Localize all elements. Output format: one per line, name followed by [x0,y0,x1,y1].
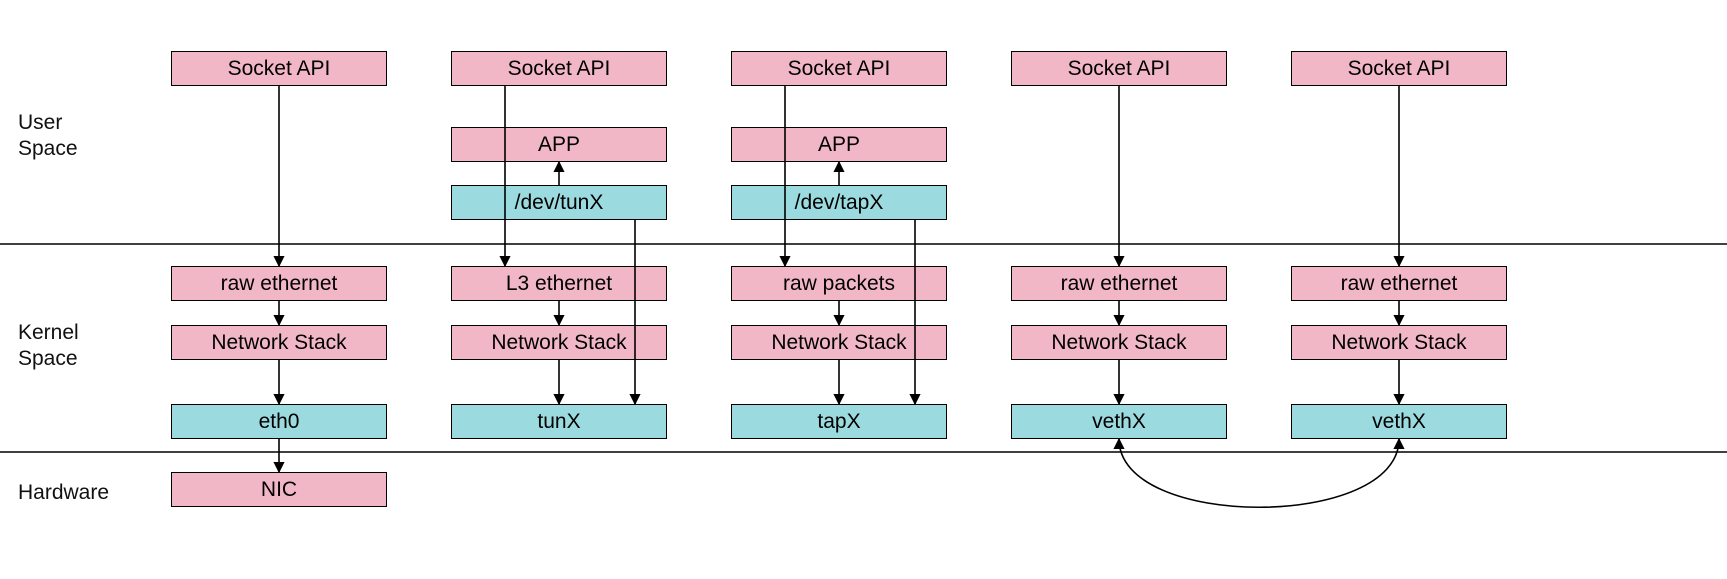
text: Network Stack [1051,331,1186,355]
label-user-space: User Space [18,110,78,163]
veth-right-raw-ethernet: raw ethernet [1291,266,1507,301]
veth-right-network-stack: Network Stack [1291,325,1507,360]
text: eth0 [259,410,300,434]
eth-network-stack: Network Stack [171,325,387,360]
tun-dev-file: /dev/tunX [451,185,667,220]
label-hardware: Hardware [18,480,109,506]
eth-device: eth0 [171,404,387,439]
eth-socket-api: Socket API [171,51,387,86]
tun-network-stack: Network Stack [451,325,667,360]
text: NIC [261,478,297,502]
text: APP [818,133,860,157]
text: Network Stack [771,331,906,355]
tap-network-stack: Network Stack [731,325,947,360]
text: Socket API [228,57,331,81]
text: raw packets [783,272,895,296]
veth-right-socket-api: Socket API [1291,51,1507,86]
text: Socket API [508,57,611,81]
text: raw ethernet [1341,272,1458,296]
tun-app: APP [451,127,667,162]
text: raw ethernet [1061,272,1178,296]
tap-app: APP [731,127,947,162]
veth-right-device: vethX [1291,404,1507,439]
text: tapX [817,410,860,434]
tap-device: tapX [731,404,947,439]
text: Network Stack [1331,331,1466,355]
text: Socket API [1068,57,1171,81]
text: tunX [537,410,580,434]
tap-socket-api: Socket API [731,51,947,86]
text: vethX [1372,410,1426,434]
eth-nic: NIC [171,472,387,507]
veth-left-network-stack: Network Stack [1011,325,1227,360]
tun-l3-ethernet: L3 ethernet [451,266,667,301]
veth-left-socket-api: Socket API [1011,51,1227,86]
eth-raw-ethernet: raw ethernet [171,266,387,301]
text: /dev/tapX [795,191,884,215]
tap-raw-packets: raw packets [731,266,947,301]
tun-socket-api: Socket API [451,51,667,86]
text: Socket API [788,57,891,81]
text: APP [538,133,580,157]
veth-left-raw-ethernet: raw ethernet [1011,266,1227,301]
text: L3 ethernet [506,272,612,296]
text: Network Stack [491,331,626,355]
text: Network Stack [211,331,346,355]
text: raw ethernet [221,272,338,296]
text: /dev/tunX [515,191,604,215]
text: vethX [1092,410,1146,434]
tun-device: tunX [451,404,667,439]
tap-dev-file: /dev/tapX [731,185,947,220]
label-kernel-space: Kernel Space [18,320,79,373]
veth-left-device: vethX [1011,404,1227,439]
text: Socket API [1348,57,1451,81]
